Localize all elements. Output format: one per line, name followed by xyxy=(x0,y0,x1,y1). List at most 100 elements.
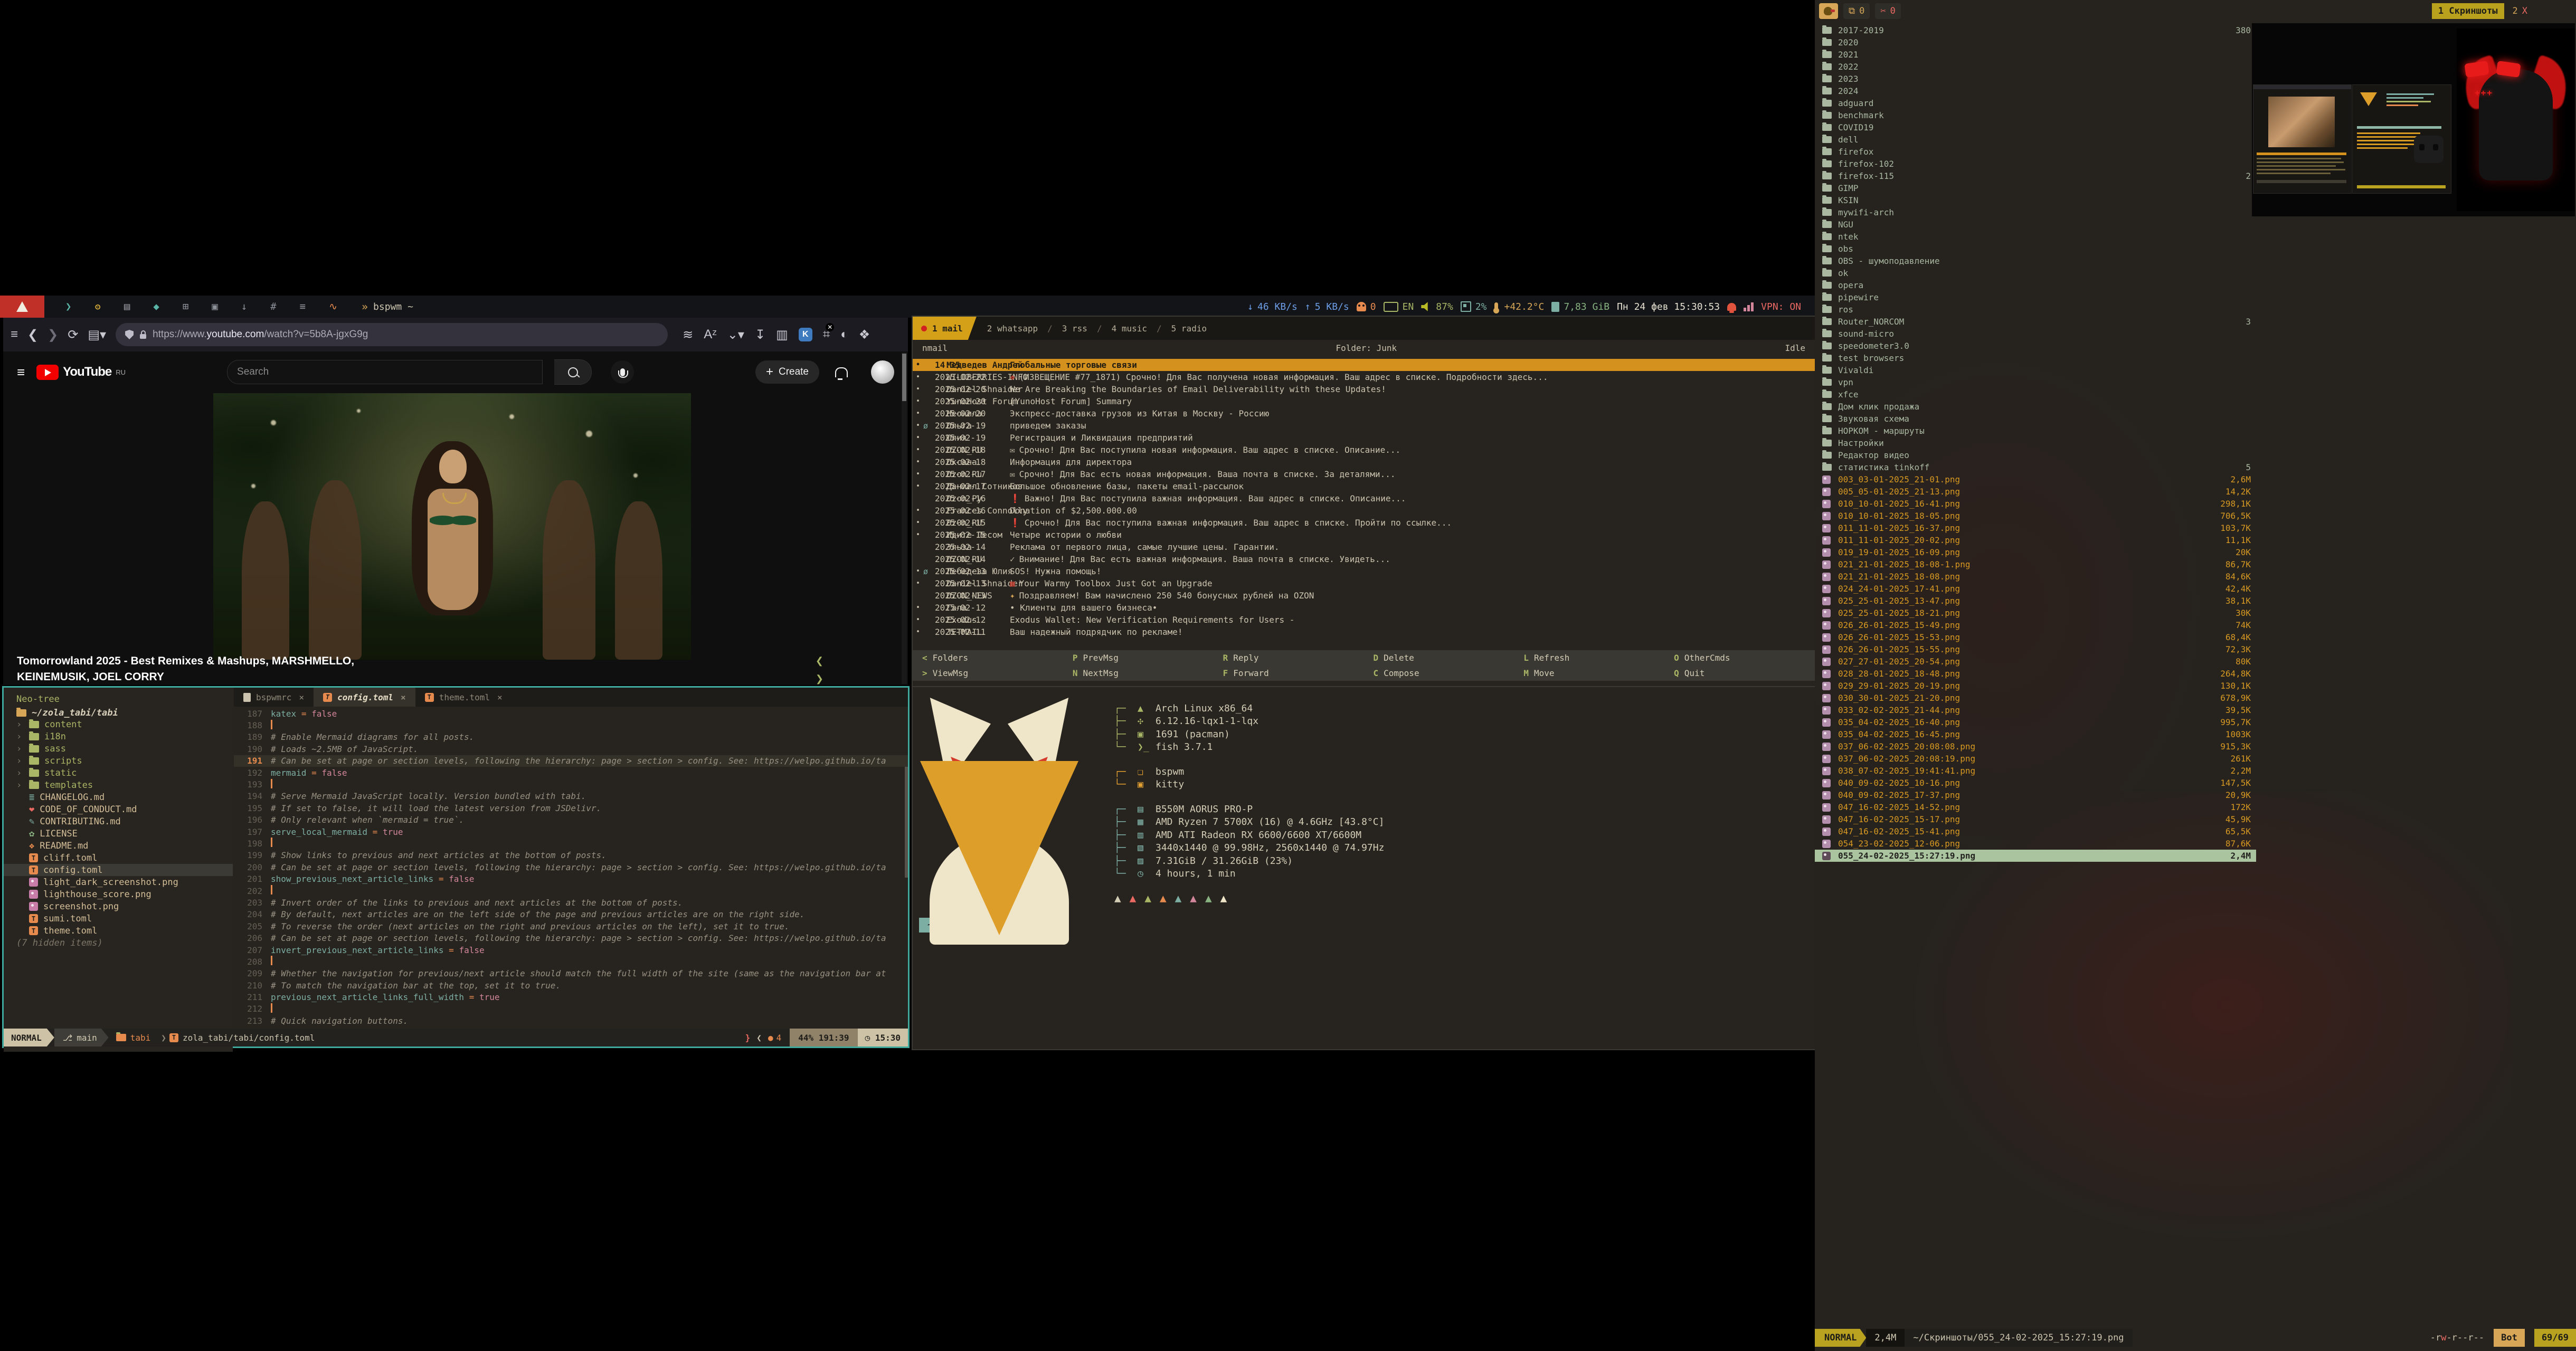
directory-row[interactable]: 2020 xyxy=(1815,36,2256,49)
code-line[interactable]: 213# Quick navigation buttons. xyxy=(234,1015,908,1026)
email-row[interactable]: •2025-02-12Гала• Клиенты для вашего бизн… xyxy=(913,602,1815,614)
code-line[interactable]: 191# Can be set at page or section level… xyxy=(234,755,908,767)
editor-window[interactable]: Neo-tree ~/zola_tabi/tabi ›content›i18n›… xyxy=(2,686,910,1048)
directory-row[interactable]: dell xyxy=(1815,134,2256,146)
address-bar[interactable]: https://www.youtube.com/watch?v=5b8A-jgx… xyxy=(116,323,668,346)
email-row[interactable]: 2025-02-14OZON_RU✓Внимание! Для Вас есть… xyxy=(913,553,1815,565)
email-row[interactable]: •2025-02-16Frances ConnollyDonation of $… xyxy=(913,505,1815,517)
email-row[interactable]: •2025-02-20YunoHost Forum[YunoHost Forum… xyxy=(913,395,1815,407)
help-reply[interactable]: RReply xyxy=(1219,653,1369,663)
tree-item-LICENSE[interactable]: ✿LICENSE xyxy=(4,827,233,840)
browser-window[interactable]: ≡ ❮ ❯ ⟳ ▤▾ https://www.youtube.com/watch… xyxy=(3,318,908,685)
help-nextmsg[interactable]: NNextMsg xyxy=(1068,668,1219,678)
git-branch[interactable]: ⎇main xyxy=(54,1029,109,1046)
directory-row[interactable]: 2024 xyxy=(1815,85,2256,97)
workspace-downloads[interactable]: ↓ xyxy=(241,301,247,312)
file-row[interactable]: 028_28-01-2025_18-48.png264,8K xyxy=(1815,668,2256,680)
downloads-icon[interactable]: ↧ xyxy=(755,327,765,342)
email-row[interactable]: 2025-02-16Ozon_Py❗Важно! Для Вас поступи… xyxy=(913,492,1815,505)
tab-music[interactable]: 4 music xyxy=(1109,324,1150,334)
directory-row[interactable]: test browsers xyxy=(1815,352,2256,364)
code-line[interactable]: 208 xyxy=(234,956,908,967)
file-row[interactable]: 026_26-01-2025_15-55.png72,3K xyxy=(1815,643,2256,655)
code-line[interactable]: 201show_previous_next_article_links = fa… xyxy=(234,873,908,884)
darkreader-icon[interactable]: ◐ xyxy=(840,327,848,342)
help-folders[interactable]: <Folders xyxy=(918,653,1068,663)
email-row[interactable]: •2025-02-15Идите ЛесомЧетыре истории о л… xyxy=(913,529,1815,541)
file-row[interactable]: 055_24-02-2025_15:27:19.png2,4M xyxy=(1815,850,2256,862)
file-row[interactable]: 033_02-02-2025_21-44.png39,5K xyxy=(1815,704,2256,716)
email-row[interactable]: •2025-02-11JETMAILВаш надежный подрядчик… xyxy=(913,626,1815,638)
email-row[interactable]: •2025-02-150z0n_RU❗Срочно! Для Вас посту… xyxy=(913,517,1815,529)
file-row[interactable]: 047_16-02-2025_14-52.png172K xyxy=(1815,801,2256,813)
tree-item-sass[interactable]: ›sass xyxy=(4,743,233,755)
email-row[interactable]: •2025-02-17Даниил СотниковБольшое обновл… xyxy=(913,480,1815,492)
file-row[interactable]: 019_19-01-2025_16-09.png20K xyxy=(1815,546,2256,558)
file-row[interactable]: 029_29-01-2025_20-19.png130,1K xyxy=(1815,680,2256,692)
code-line[interactable]: 197serve_local_mermaid = true xyxy=(234,826,908,838)
video-player[interactable] xyxy=(213,393,691,660)
clock-module[interactable]: Пн 24 фев 15:30:53 xyxy=(1617,301,1720,312)
directory-row[interactable]: KSIN xyxy=(1815,194,2256,206)
directory-row[interactable]: firefox-1152 xyxy=(1815,170,2256,182)
directory-row[interactable]: Vivaldi xyxy=(1815,364,2256,376)
email-row[interactable]: •2025-02-12ExodusExodus Wallet: New Veri… xyxy=(913,614,1815,626)
workspace-monitor[interactable]: ∿ xyxy=(329,301,337,312)
directory-row[interactable]: статистика tinkoff5 xyxy=(1815,461,2256,473)
code-line[interactable]: 205# To reverse the order (next articles… xyxy=(234,920,908,932)
code-line[interactable]: 203# Invert order of the links to previo… xyxy=(234,897,908,908)
code-line[interactable]: 192mermaid = false xyxy=(234,767,908,778)
directory-row[interactable]: COVID19 xyxy=(1815,121,2256,134)
edge-chevron-down[interactable]: ❯ xyxy=(816,673,823,684)
directory-row[interactable]: Дом клик продажа xyxy=(1815,401,2256,413)
workspace-code[interactable]: # xyxy=(270,301,276,312)
fetch-terminal-window[interactable]: ┌─▲Arch Linux x86_64├─✣6.12.16-lqx1-1-lq… xyxy=(912,686,1816,1050)
file-row[interactable]: 021_21-01-2025_18-08-1.png86,7K xyxy=(1815,558,2256,570)
directory-row[interactable]: Редактор видео xyxy=(1815,449,2256,461)
help-prevmsg[interactable]: PPrevMsg xyxy=(1068,653,1219,663)
help-othercmds[interactable]: OOtherCmds xyxy=(1670,653,1820,663)
file-row[interactable]: 035_04-02-2025_16-45.png1003K xyxy=(1815,728,2256,740)
workspace-terminal[interactable]: ❯ xyxy=(65,301,71,312)
email-row[interactable]: •2025-02-20НеонилаЭкспресс-доставка груз… xyxy=(913,407,1815,420)
directory-row[interactable]: benchmark xyxy=(1815,109,2256,121)
workspace-browser[interactable]: ʘ xyxy=(94,301,100,312)
help-forward[interactable]: FForward xyxy=(1219,668,1369,678)
email-row[interactable]: •14:35Медведев АндрейГлобальные торговые… xyxy=(913,359,1815,371)
tree-item-i18n[interactable]: ›i18n xyxy=(4,730,233,743)
workspace-media[interactable]: ▣ xyxy=(212,301,217,312)
reload-icon[interactable]: ⟳ xyxy=(68,327,78,342)
youtube-search-input[interactable]: Search xyxy=(227,360,543,384)
directory-row[interactable]: sound-micro xyxy=(1815,328,2256,340)
directory-row[interactable]: ntek xyxy=(1815,231,2256,243)
directory-row[interactable]: firefox-102 xyxy=(1815,158,2256,170)
directory-row[interactable]: firefox xyxy=(1815,146,2256,158)
translate-icon[interactable]: Aᶻ xyxy=(704,327,717,342)
code-line[interactable]: 195# If set to false, it will load the l… xyxy=(234,802,908,814)
email-row[interactable]: •2025-02-18ОксанаИнформация для директор… xyxy=(913,456,1815,468)
code-line[interactable]: 202 xyxy=(234,885,908,897)
email-row[interactable]: •2025-02-20Daniel ShnaiderWe Are Breakin… xyxy=(913,383,1815,395)
tree-item-lighthouse_score.png[interactable]: lighthouse_score.png xyxy=(4,888,233,900)
vpn-module[interactable]: VPN: ON xyxy=(1761,301,1801,312)
tree-item-scripts[interactable]: ›scripts xyxy=(4,755,233,767)
code-line[interactable]: 210# To match the navigation bar at the … xyxy=(234,979,908,991)
tab-radio[interactable]: 5 radio xyxy=(1168,324,1210,334)
buffer-tab-bspwmrc[interactable]: bspwmrc× xyxy=(234,688,314,707)
help-viewmsg[interactable]: >ViewMsg xyxy=(918,668,1068,678)
workspace-notes[interactable]: ≡ xyxy=(300,301,306,312)
tree-item-CONTRIBUTING.md[interactable]: ✎CONTRIBUTING.md xyxy=(4,815,233,827)
help-compose[interactable]: CCompose xyxy=(1369,668,1520,678)
code-line[interactable]: 194# Serve Mermaid JavaScript locally. V… xyxy=(234,791,908,802)
file-row[interactable]: 035_04-02-2025_16-40.png995,7K xyxy=(1815,716,2256,728)
code-line[interactable]: 204# By default, next articles are on th… xyxy=(234,909,908,920)
code-line[interactable]: 212 xyxy=(234,1003,908,1015)
file-manager-window[interactable]: ⧉0 ✂0 1 Скриншоты 2X 2017-20193802020202… xyxy=(1815,0,2576,1351)
email-row[interactable]: 2025-02-14ЭльзаРеклама от первого лица, … xyxy=(913,541,1815,553)
yazi-tab-2[interactable]: 2X xyxy=(2513,6,2528,16)
directory-row[interactable]: adguard xyxy=(1815,97,2256,109)
directory-row[interactable]: Звуковая схема xyxy=(1815,413,2256,425)
code-line[interactable]: 209# Whether the navigation for previous… xyxy=(234,968,908,979)
code-line[interactable]: 207invert_previous_next_article_links = … xyxy=(234,944,908,956)
code-line[interactable]: 190# Loads ~2.5MB of JavaScript. xyxy=(234,743,908,755)
